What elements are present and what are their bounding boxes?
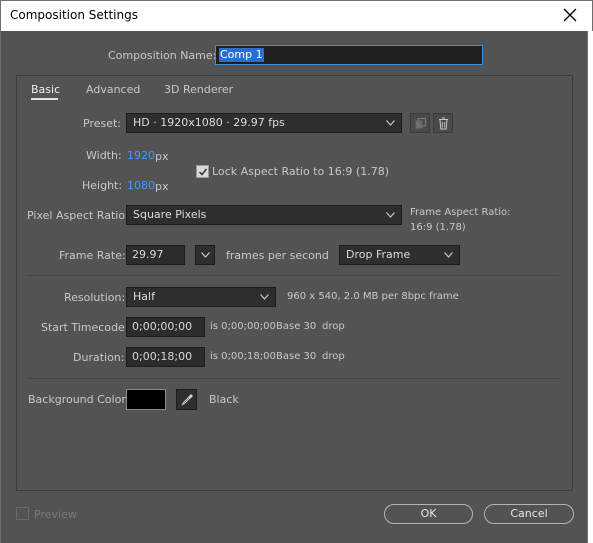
start-timecode-label: Start Timecode: — [41, 321, 129, 334]
frame-rate-dropdown-button[interactable] — [195, 245, 215, 265]
delete-preset-button[interactable] — [433, 113, 453, 133]
frame-rate-label: Frame Rate: — [59, 249, 126, 262]
comp-name-label: Composition Name: — [108, 49, 217, 62]
start-timecode-drop: drop — [322, 321, 345, 332]
lock-aspect-checkbox[interactable] — [196, 165, 209, 178]
start-timecode-input[interactable]: 0;00;00;00 — [126, 317, 205, 337]
start-timecode-base: Base 30 — [276, 321, 317, 332]
window-title: Composition Settings — [10, 8, 138, 22]
comp-name-input[interactable]: Comp 1 — [215, 45, 483, 65]
height-unit: px — [155, 180, 169, 193]
duration-is: is 0;00;18;00 — [210, 351, 276, 362]
lock-aspect-label: Lock Aspect Ratio to 16:9 (1.78) — [212, 165, 389, 178]
resolution-dropdown[interactable]: Half — [126, 287, 276, 307]
background-color-name: Black — [209, 393, 239, 406]
divider — [28, 378, 559, 379]
checkmark-icon — [198, 168, 208, 176]
height-value[interactable]: 1080 — [127, 179, 155, 192]
tab-basic-underline — [31, 98, 58, 100]
width-value[interactable]: 1920 — [127, 149, 155, 162]
frame-rate-input[interactable]: 29.97 — [126, 245, 185, 265]
drop-frame-value: Drop Frame — [346, 248, 411, 261]
width-label: Width: — [86, 149, 122, 162]
width-unit: px — [155, 150, 169, 163]
chevron-down-icon — [260, 294, 269, 300]
preset-dropdown[interactable]: HD · 1920x1080 · 29.97 fps — [126, 113, 402, 133]
resolution-label: Resolution: — [64, 291, 126, 304]
eyedropper-button[interactable] — [176, 389, 197, 410]
duration-input[interactable]: 0;00;18;00 — [126, 347, 205, 367]
pixel-aspect-dropdown[interactable]: Square Pixels — [126, 205, 402, 225]
chevron-down-icon — [444, 252, 453, 258]
duration-value: 0;00;18;00 — [132, 350, 193, 363]
eyedropper-icon — [181, 394, 193, 406]
preview-label: Preview — [34, 508, 77, 521]
preview-checkbox[interactable] — [16, 507, 29, 520]
pixel-aspect-value: Square Pixels — [133, 208, 207, 221]
drop-frame-dropdown[interactable]: Drop Frame — [339, 245, 460, 265]
divider — [28, 275, 559, 276]
chevron-down-icon — [201, 252, 210, 258]
chevron-down-icon — [386, 212, 395, 218]
tab-3d-renderer[interactable]: 3D Renderer — [164, 83, 233, 96]
tab-advanced[interactable]: Advanced — [86, 83, 140, 96]
save-preset-icon — [415, 118, 426, 129]
comp-name-value: Comp 1 — [219, 48, 264, 62]
window-titlebar: Composition Settings — [0, 0, 593, 31]
resolution-value: Half — [133, 290, 155, 303]
cancel-button[interactable]: Cancel — [484, 504, 574, 524]
trash-icon — [439, 117, 448, 130]
close-icon[interactable] — [560, 5, 580, 25]
preset-value: HD · 1920x1080 · 29.97 fps — [133, 116, 285, 129]
frame-rate-unit: frames per second — [226, 249, 329, 262]
save-preset-button[interactable] — [410, 113, 430, 133]
duration-drop: drop — [322, 351, 345, 362]
start-timecode-is: is 0;00;00;00 — [210, 321, 276, 332]
duration-label: Duration: — [73, 351, 125, 364]
preset-label: Preset: — [83, 117, 122, 130]
frame-aspect-label: Frame Aspect Ratio: — [410, 207, 511, 218]
background-strip — [588, 31, 593, 543]
duration-base: Base 30 — [276, 351, 317, 362]
start-timecode-value: 0;00;00;00 — [132, 320, 193, 333]
resolution-info: 960 x 540, 2.0 MB per 8bpc frame — [287, 291, 459, 302]
ok-button[interactable]: OK — [384, 504, 473, 524]
pixel-aspect-label: Pixel Aspect Ratio: — [27, 209, 129, 222]
frame-aspect-value: 16:9 (1.78) — [410, 222, 466, 233]
background-color-swatch[interactable] — [126, 389, 166, 410]
height-label: Height: — [82, 179, 123, 192]
background-color-label: Background Color: — [28, 393, 130, 406]
chevron-down-icon — [386, 120, 395, 126]
frame-rate-value: 29.97 — [132, 248, 164, 261]
settings-panel — [16, 75, 573, 491]
tab-basic[interactable]: Basic — [31, 83, 60, 96]
